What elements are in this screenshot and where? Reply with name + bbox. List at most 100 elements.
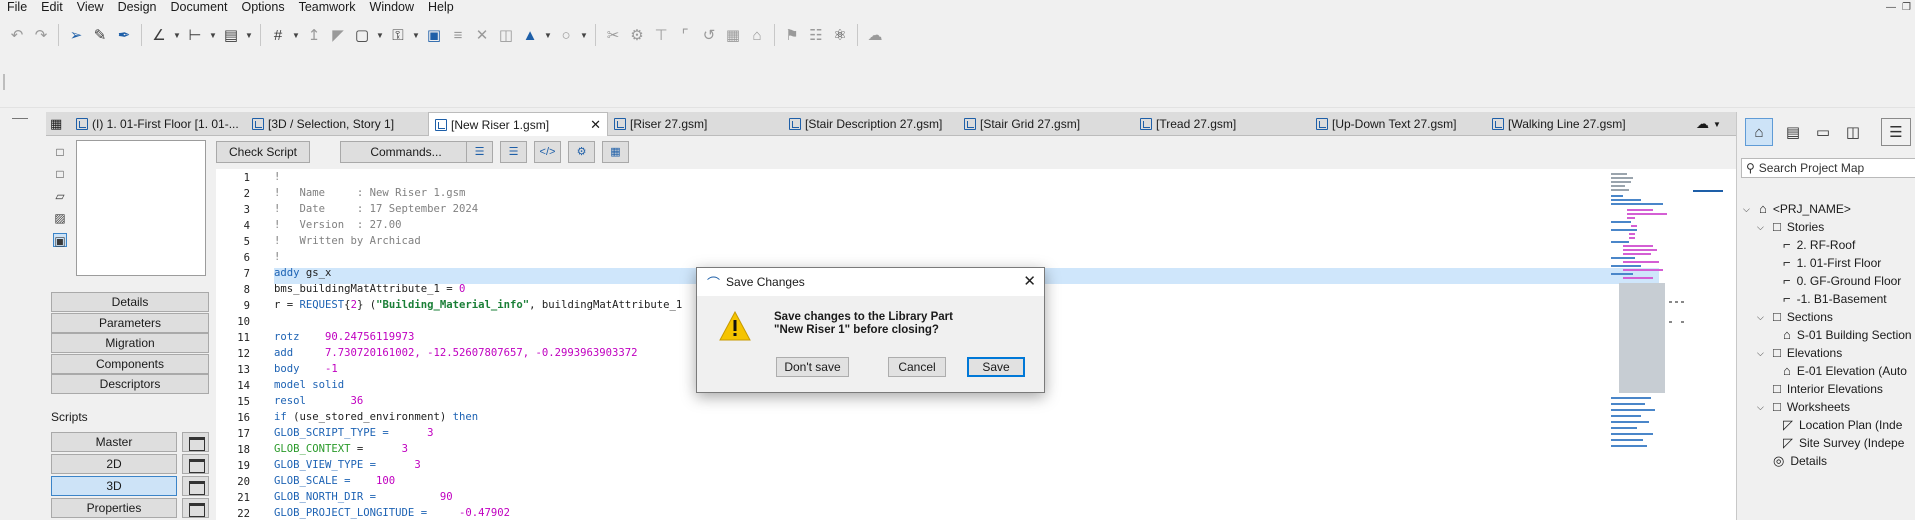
tab-stair-grid[interactable]: [Stair Grid 27.gsm]: [958, 112, 1134, 136]
section-button-descriptors[interactable]: Descriptors: [51, 374, 209, 394]
code-line[interactable]: model solid: [274, 377, 344, 393]
menu-item-document[interactable]: Document: [164, 0, 235, 16]
guide-line-icon[interactable]: ⊢: [184, 24, 206, 46]
split-icon[interactable]: ◫: [495, 24, 517, 46]
chevron-down-icon[interactable]: ▼: [208, 31, 218, 40]
code-line[interactable]: ! Date : 17 September 2024: [274, 201, 478, 217]
code-line[interactable]: ! Written by Archicad: [274, 233, 421, 249]
chevron-down-icon[interactable]: ⌵: [1757, 218, 1767, 236]
chevron-down-icon[interactable]: ▼: [291, 31, 301, 40]
menu-item-help[interactable]: Help: [421, 0, 461, 16]
code-settings-icon[interactable]: ▦: [602, 141, 629, 163]
view-map-icon[interactable]: ▤: [1779, 118, 1807, 146]
toolbar-grip[interactable]: [3, 74, 5, 90]
extend-icon[interactable]: ⊤: [650, 24, 672, 46]
menu-item-teamwork[interactable]: Teamwork: [292, 0, 363, 16]
plan-icon[interactable]: ▱: [53, 189, 67, 203]
chevron-down-icon[interactable]: ▼: [244, 31, 254, 40]
scroll-indicator[interactable]: [1693, 190, 1723, 192]
tree-item[interactable]: ◸ Location Plan (Inde: [1777, 416, 1902, 434]
settings-icon[interactable]: ⚙: [568, 141, 595, 163]
menu-item-options[interactable]: Options: [234, 0, 291, 16]
code-line[interactable]: addy gs_x: [274, 265, 331, 281]
tab-stair-description[interactable]: [Stair Description 27.gsm]: [783, 112, 958, 136]
list-icon[interactable]: ☰: [466, 141, 493, 163]
window-frame-icon[interactable]: ▢: [351, 24, 373, 46]
code-line[interactable]: GLOB_CONTEXT = 3: [274, 441, 408, 457]
scissors-icon[interactable]: ✂: [602, 24, 624, 46]
arrow-select-icon[interactable]: ➢: [65, 24, 87, 46]
code-line[interactable]: rotz 90.24756119973: [274, 329, 414, 345]
tab-new-riser[interactable]: [New Riser 1.gsm] ✕: [428, 112, 608, 136]
tree-item[interactable]: ⌵ □ Stories: [1757, 218, 1824, 236]
tree-item[interactable]: □ Interior Elevations: [1757, 380, 1883, 398]
menu-item-file[interactable]: File: [0, 0, 34, 16]
tree-item[interactable]: ⌵ ⌂ <PRJ_NAME>: [1743, 200, 1851, 218]
compass-icon[interactable]: ○: [555, 24, 577, 46]
offset-icon[interactable]: ↺: [698, 24, 720, 46]
tree-item[interactable]: ⌐ -1. B1-Basement: [1777, 290, 1887, 308]
section-button-migration[interactable]: Migration: [51, 333, 209, 353]
code-line[interactable]: body -1: [274, 361, 338, 377]
tab-tread[interactable]: [Tread 27.gsm]: [1134, 112, 1310, 136]
section-button-details[interactable]: Details: [51, 292, 209, 312]
menu-icon[interactable]: ☰: [1881, 118, 1911, 146]
code-line[interactable]: r = REQUEST{2} ("Building_Material_info"…: [274, 297, 682, 313]
close-icon[interactable]: ✕: [590, 117, 601, 133]
flag-icon[interactable]: ⚑: [781, 24, 803, 46]
code-line[interactable]: GLOB_NORTH_DIR = 90: [274, 489, 453, 505]
layers-icon[interactable]: ▤: [220, 24, 242, 46]
distribute-icon[interactable]: ✕: [471, 24, 493, 46]
project-map-icon[interactable]: ⌂: [1745, 118, 1773, 146]
code-line[interactable]: GLOB_PROJECT_LONGITUDE = -0.47902: [274, 505, 510, 520]
check-script-button[interactable]: Check Script: [216, 141, 310, 163]
open-window-icon[interactable]: [182, 432, 209, 452]
tab-up-down-text[interactable]: [Up-Down Text 27.gsm]: [1310, 112, 1486, 136]
gravity-icon[interactable]: ↥: [303, 24, 325, 46]
settings-house-icon[interactable]: ⚛: [829, 24, 851, 46]
cube-icon[interactable]: ▨: [53, 211, 67, 225]
menu-item-design[interactable]: Design: [111, 0, 164, 16]
tree-item[interactable]: ⌂ E-01 Elevation (Auto: [1777, 362, 1907, 380]
chevron-down-icon[interactable]: ▼: [172, 31, 182, 40]
tab-3d-selection[interactable]: [3D / Selection, Story 1]: [246, 112, 420, 136]
dont-save-button[interactable]: Don't save: [776, 357, 849, 377]
tree-item[interactable]: ⌐ 2. RF-Roof: [1777, 236, 1855, 254]
chevron-down-icon[interactable]: ⌵: [1757, 398, 1767, 416]
chevron-down-icon[interactable]: ▼: [543, 31, 553, 40]
chevron-down-icon[interactable]: ▼: [411, 31, 421, 40]
chevron-down-icon[interactable]: ⌵: [1743, 200, 1753, 218]
code-line[interactable]: if (use_stored_environment) then: [274, 409, 478, 425]
tree-item[interactable]: ⌐ 0. GF-Ground Floor: [1777, 272, 1901, 290]
script-button-master[interactable]: Master: [51, 432, 177, 452]
square-icon[interactable]: □: [53, 167, 67, 181]
close-icon[interactable]: ✕: [1023, 272, 1036, 290]
preview-window-icon[interactable]: ▣: [53, 233, 67, 248]
script-button-3d[interactable]: 3D: [51, 476, 177, 496]
code-line[interactable]: ! Name : New Riser 1.gsm: [274, 185, 465, 201]
commands-button[interactable]: Commands...: [340, 141, 472, 163]
tab-first-floor[interactable]: (I) 1. 01-First Floor [1. 01-...: [70, 112, 246, 136]
tree-item[interactable]: ⌂ S-01 Building Section: [1777, 326, 1912, 344]
tree-item[interactable]: ◸ Site Survey (Indepe: [1777, 434, 1904, 452]
code-line[interactable]: GLOB_SCRIPT_TYPE = 3: [274, 425, 433, 441]
group-icon[interactable]: ▣: [423, 24, 445, 46]
code-line[interactable]: add 7.730720161002, -12.52607807657, -0.…: [274, 345, 638, 361]
snap-guides-icon[interactable]: ∠: [148, 24, 170, 46]
code-line[interactable]: !: [274, 169, 280, 185]
fillet-icon[interactable]: ⌜: [674, 24, 696, 46]
open-window-icon[interactable]: [182, 454, 209, 474]
redo-icon[interactable]: ↷: [30, 24, 52, 46]
tab-walking-line[interactable]: [Walking Line 27.gsm]: [1486, 112, 1662, 136]
eyedropper-icon[interactable]: ✎: [89, 24, 111, 46]
marker-icon[interactable]: ☷: [805, 24, 827, 46]
code-minimap[interactable]: [1609, 171, 1691, 461]
trace-icon[interactable]: ◤: [327, 24, 349, 46]
view-3d-icon[interactable]: ▲: [519, 24, 541, 46]
section-button-components[interactable]: Components: [51, 353, 209, 374]
align-icon[interactable]: ≡: [447, 24, 469, 46]
open-window-icon[interactable]: [182, 498, 209, 518]
tree-item[interactable]: ⌵ □ Sections: [1757, 308, 1833, 326]
tab-overflow-menu[interactable]: ☁ ▼: [1690, 112, 1736, 136]
cancel-button[interactable]: Cancel: [888, 357, 946, 377]
